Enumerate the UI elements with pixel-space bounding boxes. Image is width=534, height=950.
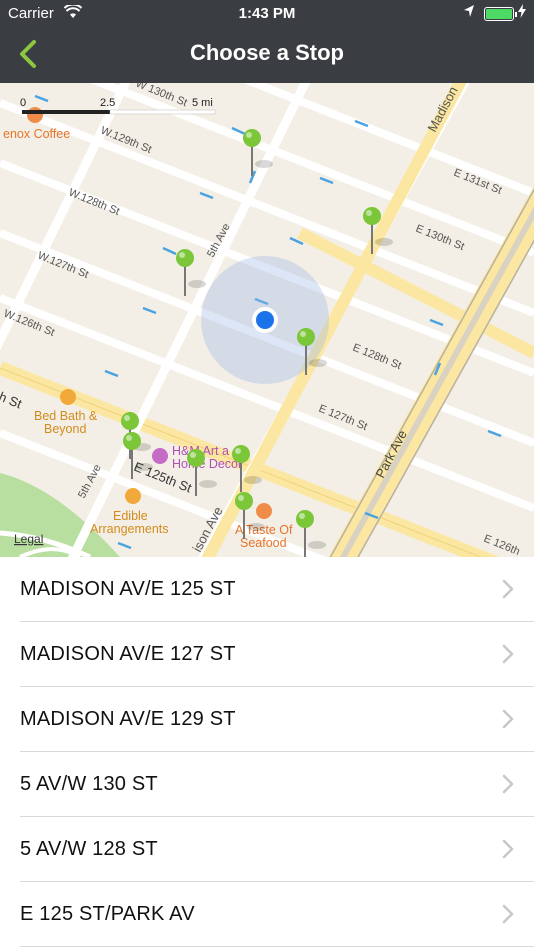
row-separator: [20, 946, 534, 947]
status-bar: Carrier 1:43 PM: [0, 0, 534, 28]
street-label: W.128th St: [67, 187, 121, 218]
stop-list: MADISON AV/E 125 ST MADISON AV/E 127 ST MA…: [0, 557, 534, 947]
svg-text:5 mi: 5 mi: [192, 97, 213, 109]
stop-label: 5 AV/W 128 ST: [20, 838, 158, 860]
chevron-right-icon: [502, 774, 514, 794]
stop-label: MADISON AV/E 127 ST: [20, 643, 236, 665]
shopping-bag-icon: [60, 389, 76, 405]
stop-label: MADISON AV/E 129 ST: [20, 708, 236, 730]
svg-text:0: 0: [20, 97, 26, 109]
shopping-bag-icon: [125, 488, 141, 504]
stop-row[interactable]: E 125 ST/PARK AV: [0, 882, 534, 947]
poi-label: Arrangements: [90, 522, 169, 536]
coffee-icon: [27, 107, 43, 123]
page-title: Choose a Stop: [189, 40, 344, 65]
stop-map[interactable]: W 130th St W.129th St W.128th St W.127th…: [0, 83, 534, 557]
poi-label: Home Decor: [172, 457, 242, 471]
street-label: E 128th St: [351, 342, 403, 372]
chevron-right-icon: [502, 579, 514, 599]
charging-bolt-icon: [518, 4, 526, 21]
stop-row[interactable]: MADISON AV/E 129 ST: [0, 687, 534, 752]
chevron-right-icon: [502, 709, 514, 729]
stop-label: MADISON AV/E 125 ST: [20, 578, 236, 600]
poi-label: enox Coffee: [3, 127, 70, 141]
restaurant-icon: [256, 503, 272, 519]
stop-row[interactable]: MADISON AV/E 127 ST: [0, 622, 534, 687]
status-time: 1:43 PM: [238, 5, 296, 22]
poi-label: Bed Bath &: [34, 409, 98, 423]
street-label: h St: [0, 389, 24, 412]
stop-label: 5 AV/W 130 ST: [20, 773, 158, 795]
shopping-bag-icon: [152, 448, 168, 464]
stop-row[interactable]: MADISON AV/E 125 ST: [0, 557, 534, 622]
poi-label: Beyond: [44, 422, 86, 436]
stop-row[interactable]: 5 AV/W 130 ST: [0, 752, 534, 817]
stop-row[interactable]: 5 AV/W 128 ST: [0, 817, 534, 882]
chevron-right-icon: [502, 904, 514, 924]
map-canvas[interactable]: W 130th St W.129th St W.128th St W.127th…: [0, 83, 534, 557]
chevron-right-icon: [502, 839, 514, 859]
stop-label: E 125 ST/PARK AV: [20, 903, 195, 925]
location-arrow-icon: [463, 4, 475, 21]
legal-link[interactable]: Legal: [14, 532, 43, 546]
chevron-right-icon: [502, 644, 514, 664]
poi-label: Seafood: [240, 536, 287, 550]
svg-text:2.5: 2.5: [100, 97, 115, 109]
poi-label: Edible: [113, 509, 148, 523]
battery-icon: [484, 7, 517, 21]
navigation-bar: Choose a Stop: [0, 28, 534, 83]
